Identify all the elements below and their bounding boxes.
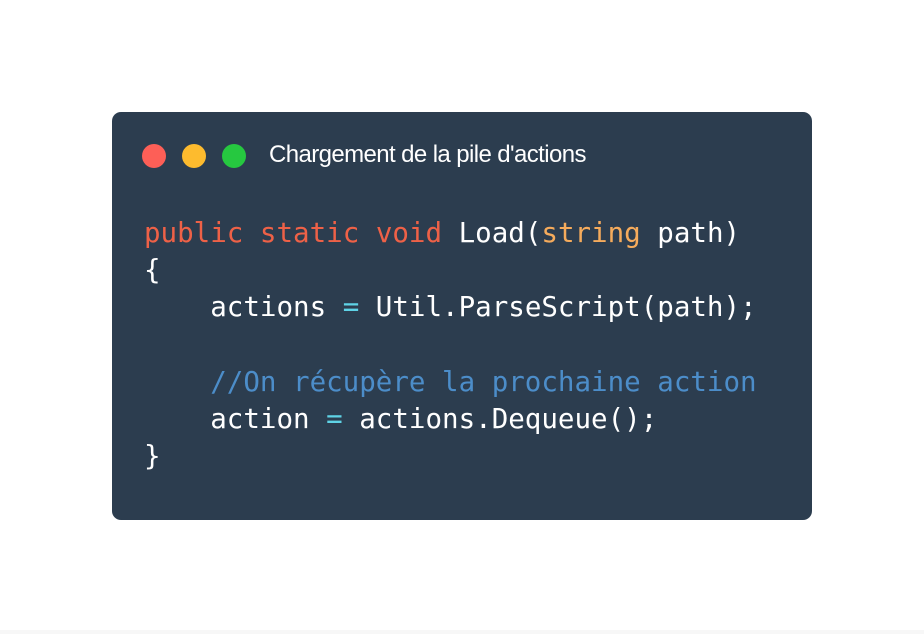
zoom-dot-icon[interactable]	[222, 144, 246, 168]
code-token-plain: {	[144, 254, 161, 287]
close-dot-icon[interactable]	[142, 144, 166, 168]
code-token-plain: Util.ParseScript(path);	[359, 291, 757, 324]
code-token-plain: path)	[640, 217, 741, 249]
code-block: public static void Load(string path){ ac…	[144, 215, 757, 475]
code-token-type: string	[541, 217, 641, 249]
code-token-plain: actions	[144, 291, 343, 324]
code-token-plain: }	[144, 440, 161, 473]
code-line: {	[144, 252, 757, 289]
code-token-op: =	[326, 402, 343, 435]
code-window: Chargement de la pile d'actions public s…	[112, 112, 812, 520]
code-token-kw: void	[375, 217, 443, 249]
page-bottom-divider	[0, 630, 924, 634]
code-line: actions = Util.ParseScript(path);	[144, 289, 757, 326]
window-titlebar: Chargement de la pile d'actions	[112, 112, 812, 198]
code-line: //On récupère la prochaine action	[144, 364, 757, 401]
code-token-plain: actions.Dequeue();	[342, 402, 658, 435]
minimize-dot-icon[interactable]	[182, 144, 206, 168]
code-token-kw: static	[259, 217, 360, 249]
code-token-plain: action	[144, 402, 327, 435]
code-token-op: =	[342, 291, 360, 324]
code-line: action = actions.Dequeue();	[144, 401, 757, 438]
window-title: Chargement de la pile d'actions	[269, 141, 586, 168]
code-token-kw: public	[144, 217, 244, 249]
code-token-comment: //On récupère la prochaine action	[210, 365, 757, 398]
code-line: public static void Load(string path)	[144, 215, 757, 252]
code-token-plain: Load(	[442, 217, 542, 249]
code-line: }	[144, 438, 757, 475]
